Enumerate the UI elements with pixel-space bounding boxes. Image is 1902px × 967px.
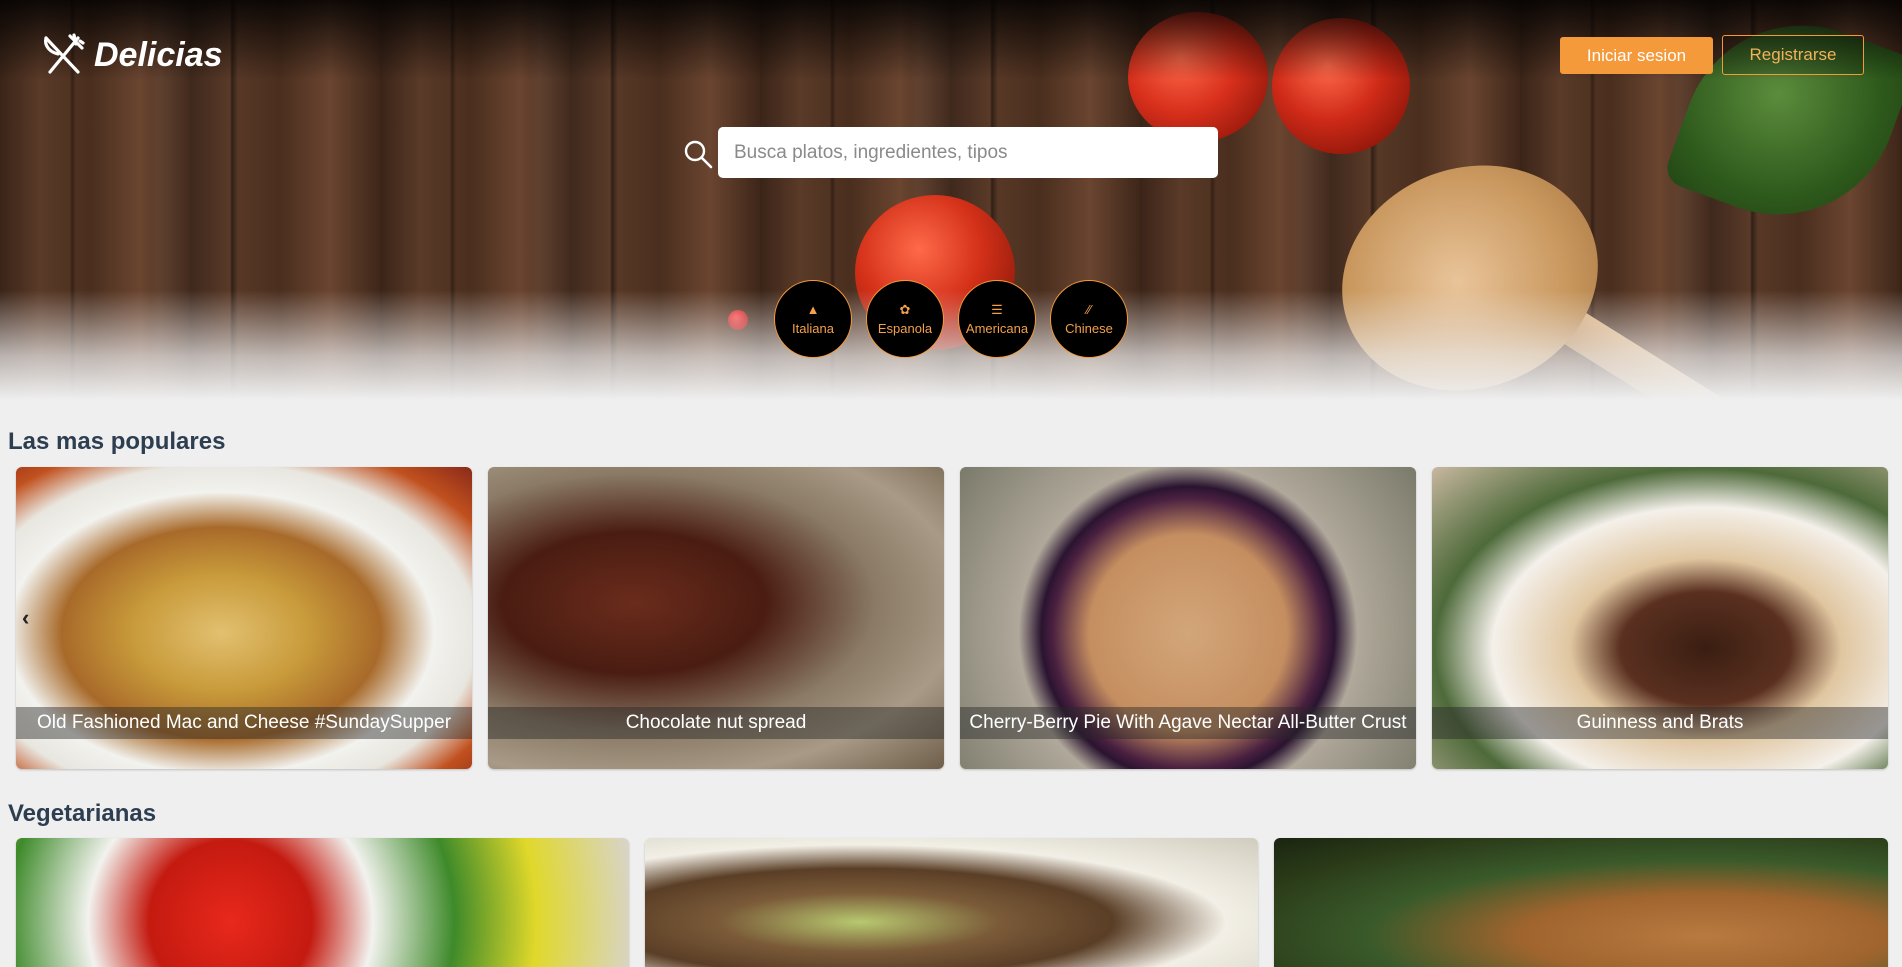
hero-bottom-fade: [0, 290, 1902, 400]
recipe-card[interactable]: [1274, 838, 1888, 967]
pizza-icon: ▲: [806, 301, 820, 317]
chili-icon: ✿: [899, 301, 911, 317]
search-icon[interactable]: [683, 139, 713, 169]
brand-logo[interactable]: Delicias: [40, 32, 223, 78]
search-input[interactable]: [718, 127, 1218, 178]
recipe-card[interactable]: Old Fashioned Mac and Cheese #SundaySupp…: [16, 467, 472, 769]
category-italiana[interactable]: ▲ Italiana: [774, 280, 852, 358]
vegetarian-section-title: Vegetarianas: [8, 800, 157, 827]
category-label: Americana: [965, 320, 1029, 336]
register-button[interactable]: Registrarse: [1722, 35, 1864, 75]
recipe-title: Cherry-Berry Pie With Agave Nectar All-B…: [960, 707, 1416, 739]
brand-name: Delicias: [94, 35, 223, 74]
recipe-title: Old Fashioned Mac and Cheese #SundaySupp…: [16, 707, 472, 739]
recipe-card[interactable]: Chocolate nut spread: [488, 467, 944, 769]
chopsticks-icon: ⁄⁄: [1086, 301, 1092, 317]
utensils-icon: [44, 33, 85, 74]
carousel-prev-icon[interactable]: ‹: [22, 606, 40, 630]
burger-icon: ☰: [991, 301, 1003, 317]
recipe-card[interactable]: Guinness and Brats: [1432, 467, 1888, 769]
category-label: Espanola: [877, 320, 933, 336]
recipe-title: Guinness and Brats: [1432, 707, 1888, 739]
category-espanola[interactable]: ✿ Espanola: [866, 280, 944, 358]
popular-section-title: Las mas populares: [8, 428, 226, 455]
recipe-card[interactable]: [16, 838, 629, 967]
category-label: Italiana: [792, 320, 834, 336]
login-button[interactable]: Iniciar sesion: [1560, 37, 1713, 74]
recipe-card[interactable]: Cherry-Berry Pie With Agave Nectar All-B…: [960, 467, 1416, 769]
category-label: Chinese: [1065, 320, 1113, 336]
recipe-card[interactable]: [645, 838, 1258, 967]
category-chinese[interactable]: ⁄⁄ Chinese: [1050, 280, 1128, 358]
recipe-title: Chocolate nut spread: [488, 707, 944, 739]
category-americana[interactable]: ☰ Americana: [958, 280, 1036, 358]
